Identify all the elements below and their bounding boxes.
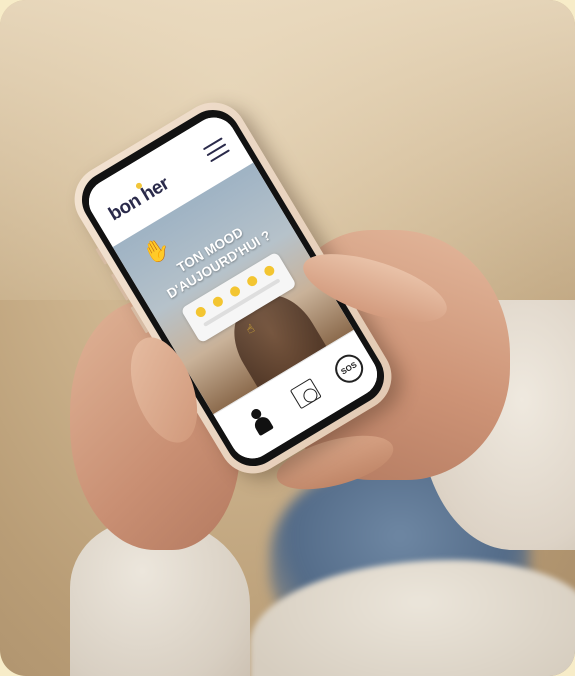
sos-icon: SOS: [329, 349, 369, 388]
mood-emoji-icon[interactable]: [194, 305, 208, 319]
hamburger-menu-icon[interactable]: [202, 137, 230, 163]
nav-calendar-button[interactable]: [284, 374, 325, 415]
profile-icon: [247, 406, 274, 437]
mood-emoji-icon[interactable]: [262, 264, 276, 278]
nav-profile-button[interactable]: [240, 400, 281, 441]
phone-side-button: [95, 247, 108, 265]
photo-scene: bon her ✋ TON MOOD D'AUJOURD'HUI ? ☝ SOS: [0, 0, 575, 676]
mood-emoji-icon[interactable]: [211, 294, 225, 309]
nav-sos-button[interactable]: SOS: [327, 348, 369, 389]
mood-emoji-icon[interactable]: [228, 284, 242, 299]
mood-emoji-icon[interactable]: [245, 274, 259, 289]
